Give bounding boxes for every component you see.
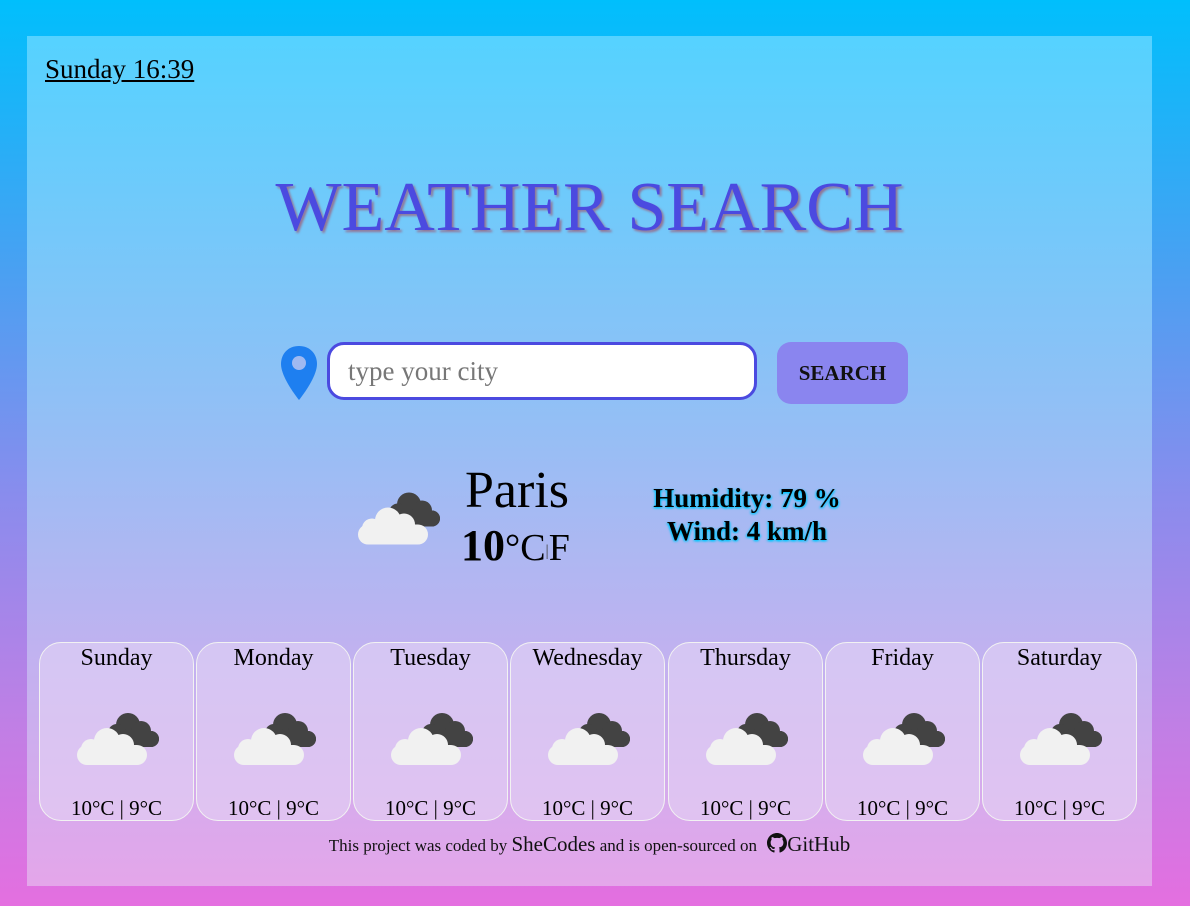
forecast-temps: 10°C | 9°C bbox=[1013, 796, 1105, 820]
forecast-card: Friday 10°C | 9°C bbox=[825, 642, 980, 821]
github-link[interactable]: GitHub bbox=[787, 832, 850, 856]
forecast-temps: 10°C | 9°C bbox=[856, 796, 948, 820]
forecast-row: Sunday 10°C | 9°C Monday 10°C | 9°C Tues… bbox=[39, 642, 1139, 823]
weather-details: Humidity: 79 % Wind: 4 km/h bbox=[627, 482, 867, 548]
forecast-day: Friday bbox=[871, 645, 934, 671]
forecast-day: Wednesday bbox=[532, 645, 643, 671]
cloudy-icon bbox=[387, 705, 477, 765]
temperature-value: 10 bbox=[461, 521, 505, 570]
footer-text-1: This project was coded by bbox=[328, 836, 508, 855]
humidity: Humidity: 79 % bbox=[653, 483, 841, 513]
cloudy-icon bbox=[544, 705, 634, 765]
shecodes-link[interactable]: SheCodes bbox=[511, 832, 595, 856]
wind: Wind: 4 km/h bbox=[666, 516, 828, 546]
city-name: Paris bbox=[465, 462, 569, 519]
github-icon[interactable] bbox=[767, 833, 788, 853]
main-panel: Sunday 16:39 WEATHER SEARCH SEARCH Paris… bbox=[27, 36, 1152, 886]
forecast-day: Monday bbox=[233, 645, 314, 671]
forecast-day: Tuesday bbox=[390, 645, 471, 671]
city-search-input[interactable] bbox=[327, 342, 757, 400]
forecast-temps: 10°C | 9°C bbox=[227, 796, 319, 820]
current-temperature: 10°C|F bbox=[461, 520, 570, 571]
forecast-temps: 10°C | 9°C bbox=[699, 796, 791, 820]
location-pin-icon[interactable] bbox=[278, 344, 320, 402]
forecast-card: Monday 10°C | 9°C bbox=[196, 642, 351, 821]
date-time: Sunday 16:39 bbox=[45, 54, 195, 84]
forecast-card: Thursday 10°C | 9°C bbox=[668, 642, 823, 821]
forecast-card: Wednesday 10°C | 9°C bbox=[510, 642, 665, 821]
cloudy-icon bbox=[1016, 705, 1106, 765]
celsius-link[interactable]: °C bbox=[505, 527, 546, 569]
forecast-card: Sunday 10°C | 9°C bbox=[39, 642, 194, 821]
cloudy-icon bbox=[859, 705, 949, 765]
forecast-day: Sunday bbox=[80, 645, 153, 671]
cloudy-icon bbox=[230, 705, 320, 765]
fahrenheit-link[interactable]: F bbox=[549, 527, 570, 569]
cloudy-icon bbox=[702, 705, 792, 765]
footer-text-2: and is open-sourced on bbox=[599, 836, 757, 855]
forecast-day: Thursday bbox=[700, 645, 791, 671]
forecast-card: Saturday 10°C | 9°C bbox=[982, 642, 1137, 821]
forecast-card: Tuesday 10°C | 9°C bbox=[353, 642, 508, 821]
search-button[interactable]: SEARCH bbox=[777, 342, 908, 404]
forecast-temps: 10°C | 9°C bbox=[541, 796, 633, 820]
forecast-temps: 10°C | 9°C bbox=[70, 796, 162, 820]
footer: This project was coded by SheCodes and i… bbox=[27, 832, 1152, 857]
forecast-temps: 10°C | 9°C bbox=[384, 796, 476, 820]
cloudy-icon bbox=[73, 705, 163, 765]
forecast-day: Saturday bbox=[1016, 645, 1103, 671]
cloudy-icon bbox=[354, 483, 444, 546]
page-title: WEATHER SEARCH bbox=[275, 169, 904, 246]
